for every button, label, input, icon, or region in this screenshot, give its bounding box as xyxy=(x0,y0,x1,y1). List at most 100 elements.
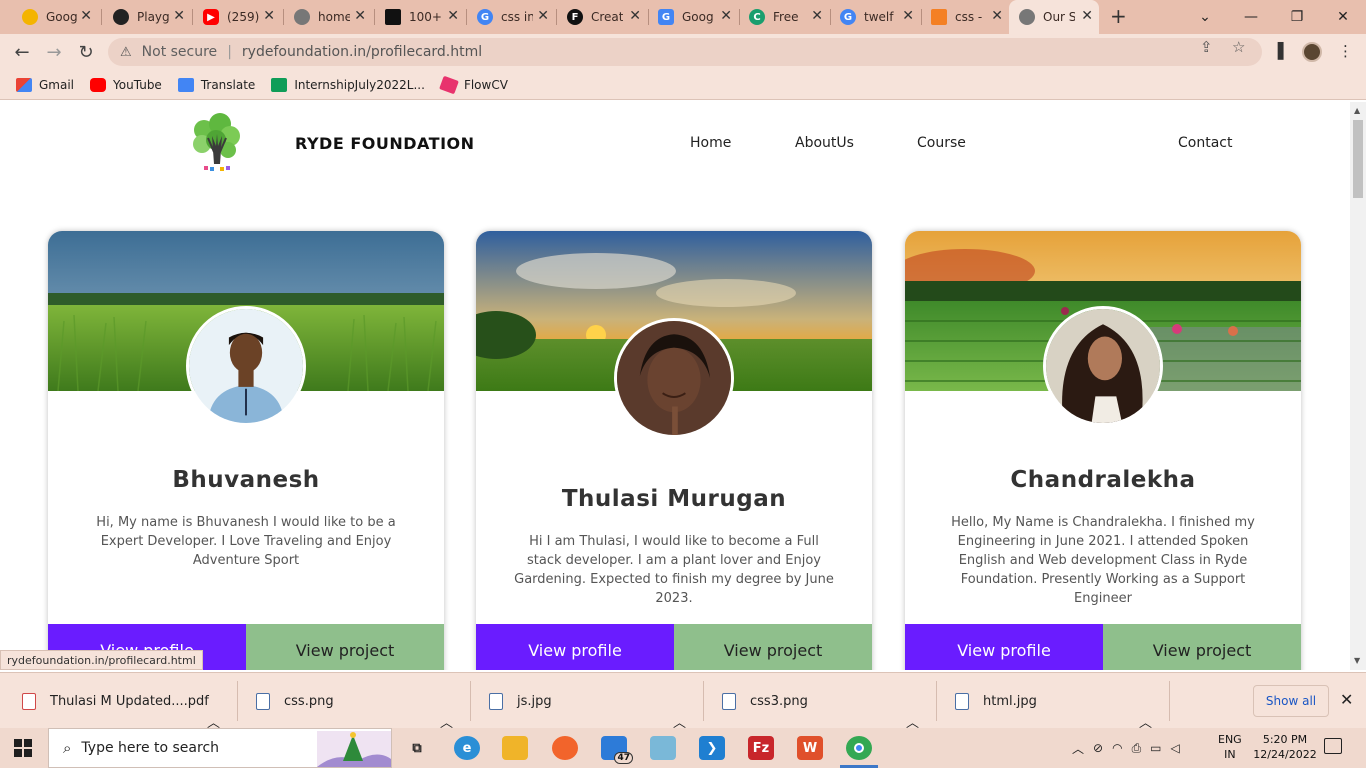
download-filename: css.png xyxy=(284,693,334,709)
vscode-icon[interactable]: ❯ xyxy=(699,736,725,760)
download-item[interactable]: Thulasi M Updated....pdf xyxy=(22,673,209,729)
notification-center-icon[interactable] xyxy=(1324,738,1342,754)
mail-icon[interactable]: 47 xyxy=(601,736,633,764)
minimize-button[interactable]: — xyxy=(1228,0,1274,34)
wps-office-icon[interactable]: W xyxy=(797,736,823,760)
nav-home[interactable]: Home xyxy=(690,135,731,151)
view-project-button[interactable]: View project xyxy=(1103,624,1301,670)
system-clock[interactable]: 5:20 PM 12/24/2022 xyxy=(1252,732,1318,762)
new-tab-button[interactable]: + xyxy=(1110,4,1127,28)
nav-course[interactable]: Course xyxy=(917,135,966,151)
profile-avatar[interactable] xyxy=(1302,42,1322,62)
close-icon[interactable]: ✕ xyxy=(720,8,732,24)
bookmark-gmail[interactable]: Gmail xyxy=(16,77,75,92)
forward-arrow-icon[interactable]: → xyxy=(42,40,66,64)
view-profile-button[interactable]: View profile xyxy=(905,624,1103,670)
taskbar-search-box[interactable]: ⌕ Type here to search xyxy=(48,728,392,768)
tab-12-active[interactable]: Our S ✕ xyxy=(1009,0,1099,34)
bookmark-label: InternshipJuly2022L... xyxy=(294,77,425,92)
tab-search-icon[interactable]: ⌄ xyxy=(1182,0,1228,34)
tab-title: twelf xyxy=(864,10,894,24)
network-warning-icon[interactable]: ⊘ xyxy=(1093,741,1103,755)
close-icon[interactable]: ✕ xyxy=(80,8,92,24)
tab-3[interactable]: ▶ (259) ✕ xyxy=(193,0,281,34)
view-project-button[interactable]: View project xyxy=(674,624,872,670)
chevron-up-icon[interactable]: ︿ xyxy=(1072,740,1084,757)
chrome-icon[interactable] xyxy=(846,736,872,760)
edge-browser-icon[interactable]: e xyxy=(454,736,480,760)
nav-aboutus[interactable]: AboutUs xyxy=(795,135,854,151)
share-icon[interactable]: ⇪ xyxy=(1200,38,1213,56)
refresh-logo-icon: C xyxy=(749,9,765,25)
download-item[interactable]: css.png xyxy=(256,673,334,729)
wifi-icon[interactable]: ◠ xyxy=(1112,741,1122,755)
close-icon[interactable]: ✕ xyxy=(173,8,185,24)
task-view-icon[interactable]: ⧉ xyxy=(404,736,430,760)
side-panel-icon[interactable]: ▐ xyxy=(1272,42,1284,60)
filezilla-icon[interactable]: Fz xyxy=(748,736,774,760)
tab-1[interactable]: Goog ✕ xyxy=(12,0,98,34)
back-arrow-icon[interactable]: ← xyxy=(10,40,34,64)
tab-7[interactable]: F Creat ✕ xyxy=(557,0,647,34)
close-icon[interactable]: ✕ xyxy=(447,8,459,24)
close-icon[interactable]: ✕ xyxy=(263,8,275,24)
view-profile-button[interactable]: View profile xyxy=(476,624,674,670)
close-window-button[interactable]: ✕ xyxy=(1320,0,1366,34)
bookmark-flowcv[interactable]: FlowCV xyxy=(439,75,508,94)
tab-8[interactable]: G Goog ✕ xyxy=(648,0,738,34)
tab-2[interactable]: Playg ✕ xyxy=(103,0,191,34)
language-indicator[interactable]: ENG IN xyxy=(1218,732,1242,762)
file-explorer-icon[interactable] xyxy=(502,736,528,760)
f-logo-icon: F xyxy=(567,9,583,25)
tab-10[interactable]: G twelf ✕ xyxy=(830,0,920,34)
tab-4[interactable]: home ✕ xyxy=(284,0,372,34)
scroll-down-arrow-icon[interactable]: ▼ xyxy=(1354,656,1360,665)
close-icon[interactable]: ✕ xyxy=(811,8,823,24)
tab-9[interactable]: C Free ✕ xyxy=(739,0,829,34)
ryde-logo-tree-icon[interactable] xyxy=(190,112,242,174)
nav-contact[interactable]: Contact xyxy=(1178,135,1232,151)
close-icon[interactable]: ✕ xyxy=(354,8,366,24)
download-item[interactable]: js.jpg xyxy=(489,673,552,729)
warning-icon[interactable]: ⚠ xyxy=(120,45,132,60)
close-icon[interactable]: ✕ xyxy=(1081,8,1093,24)
download-filename: Thulasi M Updated....pdf xyxy=(50,693,209,709)
maximize-button[interactable]: ❐ xyxy=(1274,0,1320,34)
bookmark-translate[interactable]: Translate xyxy=(177,77,255,92)
close-icon[interactable]: ✕ xyxy=(537,8,549,24)
image-file-icon xyxy=(489,692,503,710)
bookmark-internship[interactable]: InternshipJuly2022L... xyxy=(271,77,425,92)
tab-title: Our S xyxy=(1043,10,1075,24)
brand-name[interactable]: RYDE FOUNDATION xyxy=(295,134,475,153)
scrollbar-thumb[interactable] xyxy=(1353,120,1363,198)
meet-now-icon[interactable]: ⎙ xyxy=(1132,741,1142,756)
storage-app-icon[interactable] xyxy=(650,736,676,760)
tab-6[interactable]: G css in ✕ xyxy=(467,0,555,34)
volume-icon[interactable]: ◁ xyxy=(1171,741,1180,755)
firefox-icon[interactable] xyxy=(552,736,578,760)
battery-icon[interactable]: ▭ xyxy=(1150,741,1161,755)
bookmark-youtube[interactable]: YouTube xyxy=(90,77,162,92)
download-item[interactable]: css3.png xyxy=(722,673,808,729)
globe-icon xyxy=(1019,9,1035,25)
view-project-button[interactable]: View project xyxy=(246,624,444,670)
scroll-up-arrow-icon[interactable]: ▲ xyxy=(1354,106,1360,115)
tab-title: css - xyxy=(955,10,983,24)
close-icon[interactable]: ✕ xyxy=(902,8,914,24)
bookmark-star-icon[interactable]: ☆ xyxy=(1232,38,1245,56)
tab-5[interactable]: 100+ ✕ xyxy=(375,0,465,34)
menu-dots-icon[interactable]: ⋮ xyxy=(1338,42,1353,60)
bookmark-label: Gmail xyxy=(39,77,75,92)
close-icon[interactable]: ✕ xyxy=(629,8,641,24)
reload-icon[interactable]: ↻ xyxy=(74,40,98,64)
windows-start-icon[interactable] xyxy=(14,739,32,757)
address-bar[interactable]: ⚠ Not secure | rydefoundation.in/profile… xyxy=(108,38,1262,66)
tab-11[interactable]: css - ✕ xyxy=(921,0,1009,34)
download-item[interactable]: html.jpg xyxy=(955,673,1037,729)
show-all-downloads-button[interactable]: Show all xyxy=(1253,685,1329,717)
window-controls: ⌄ — ❐ ✕ xyxy=(1182,0,1366,34)
page-scrollbar[interactable]: ▲ ▼ xyxy=(1350,102,1366,670)
flowcv-icon xyxy=(439,75,459,94)
close-icon[interactable]: ✕ xyxy=(1340,690,1353,709)
close-icon[interactable]: ✕ xyxy=(991,8,1003,24)
